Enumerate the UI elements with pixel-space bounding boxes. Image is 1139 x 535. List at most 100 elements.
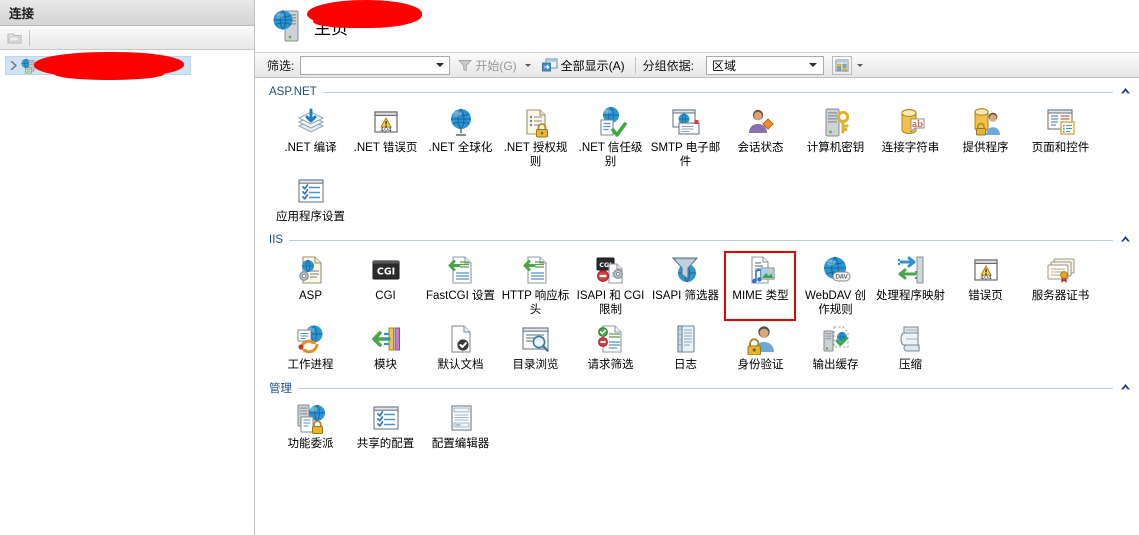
modules-icon xyxy=(370,323,402,355)
section-divider xyxy=(289,239,1113,241)
section-iis: IIS ASP CGI CGI FastCGI 设置 HTTP 响应标头 CGI… xyxy=(255,232,1139,378)
chevron-down-icon[interactable] xyxy=(809,63,818,67)
collapse-chevron-icon[interactable] xyxy=(1120,383,1131,393)
feature-net-error-pages[interactable]: 404 .NET 错误页 xyxy=(348,106,423,175)
feature-server-certificates[interactable]: 服务器证书 xyxy=(1023,254,1098,323)
feature-net-compilation[interactable]: .NET 编译 xyxy=(273,106,348,175)
shared-configuration-icon xyxy=(370,402,402,434)
feature-modules[interactable]: 模块 xyxy=(348,323,423,378)
feature-net-authorization-rules[interactable]: .NET 授权规则 xyxy=(498,106,573,175)
feature-providers[interactable]: 提供程序 xyxy=(948,106,1023,175)
feature-fastcgi-settings[interactable]: FastCGI 设置 xyxy=(423,254,498,323)
default-document-icon xyxy=(445,323,477,355)
feature-shared-configuration[interactable]: 共享的配置 xyxy=(348,402,423,457)
svg-text:404: 404 xyxy=(380,126,392,133)
svg-text:ab: ab xyxy=(911,120,922,130)
net-globalization-icon xyxy=(445,106,477,138)
feature-compression[interactable]: 压缩 xyxy=(873,323,948,378)
feature-directory-browsing[interactable]: 目录浏览 xyxy=(498,323,573,378)
feature-label: ISAPI 和 CGI 限制 xyxy=(576,290,645,316)
section-grid: ASP CGI CGI FastCGI 设置 HTTP 响应标头 CGI ISA… xyxy=(255,248,1139,378)
feature-configuration-editor[interactable]: 配置编辑器 xyxy=(423,402,498,457)
feature-label: SMTP 电子邮件 xyxy=(650,142,721,168)
filter-toolbar: 筛选: 开始(G) 全部显示(A) 分组依据: 区域 xyxy=(255,52,1139,78)
feature-machine-key[interactable]: 计算机密钥 xyxy=(798,106,873,175)
go-button[interactable]: 开始(G) xyxy=(455,55,519,75)
feature-label: 日志 xyxy=(674,359,697,371)
connect-to-server-icon[interactable] xyxy=(4,28,24,47)
tree-item-server[interactable] xyxy=(5,52,191,80)
connections-header: 连接 xyxy=(0,0,254,26)
collapse-chevron-icon[interactable] xyxy=(1120,87,1131,97)
go-label: 开始(G) xyxy=(475,58,517,73)
group-by-select[interactable]: 区域 xyxy=(706,55,825,75)
feature-worker-processes[interactable]: 工作进程 xyxy=(273,323,348,378)
net-authorization-rules-icon xyxy=(520,106,552,138)
feature-logging[interactable]: 日志 xyxy=(648,323,723,378)
feature-error-pages[interactable]: 404 错误页 xyxy=(948,254,1023,323)
section-header: ASP.NET xyxy=(255,84,1139,100)
feature-label: 配置编辑器 xyxy=(431,438,490,450)
feature-pages-and-controls[interactable]: 页面和控件 xyxy=(1023,106,1098,175)
feature-net-trust-levels[interactable]: .NET 信任级别 xyxy=(573,106,648,175)
connections-toolbar xyxy=(0,26,254,50)
feature-isapi-cgi-restrictions[interactable]: CGI ISAPI 和 CGI 限制 xyxy=(573,254,648,323)
feature-isapi-filters[interactable]: ISAPI 筛选器 xyxy=(648,254,723,323)
feature-label: 默认文档 xyxy=(437,359,484,371)
svg-text:404: 404 xyxy=(980,274,992,281)
feature-http-response-headers[interactable]: HTTP 响应标头 xyxy=(498,254,573,323)
show-all-icon xyxy=(541,58,558,72)
view-mode-icon xyxy=(835,59,849,71)
feature-label: WebDAV 创作规则 xyxy=(805,290,866,316)
authentication-icon xyxy=(745,323,777,356)
feature-request-filtering[interactable]: 请求筛选 xyxy=(573,323,648,378)
isapi-cgi-restrictions-icon: CGI xyxy=(595,254,627,286)
feature-asp[interactable]: ASP xyxy=(273,254,348,323)
feature-label: 应用程序设置 xyxy=(276,211,345,223)
chevron-down-icon[interactable] xyxy=(436,63,445,67)
group-by-label: 分组依据: xyxy=(642,58,695,73)
section-header: IIS xyxy=(255,232,1139,248)
feature-net-globalization[interactable]: .NET 全球化 xyxy=(423,106,498,175)
section-grid: 功能委派 共享的配置 配置编辑器 xyxy=(255,396,1139,457)
view-mode-button[interactable] xyxy=(832,55,853,75)
feature-session-state[interactable]: 会话状态 xyxy=(723,106,798,175)
feature-smtp-email[interactable]: SMTP 电子邮件 xyxy=(648,106,723,175)
feature-connection-strings[interactable]: ab 连接字符串 xyxy=(873,106,948,175)
handler-mappings-icon xyxy=(895,254,927,286)
filter-input[interactable] xyxy=(300,55,451,75)
feature-label: 错误页 xyxy=(968,290,1003,302)
tree-expander-icon[interactable] xyxy=(6,61,20,70)
feature-webdav-authoring-rules[interactable]: DAV WebDAV 创作规则 xyxy=(798,254,873,323)
feature-label: 功能委派 xyxy=(287,438,334,450)
go-dropdown-icon[interactable] xyxy=(524,63,531,67)
feature-mime-types[interactable]: MIME 类型 xyxy=(723,251,798,323)
feature-label: CGI xyxy=(375,290,396,302)
section-title: 管理 xyxy=(269,383,292,395)
feature-feature-delegation[interactable]: 功能委派 xyxy=(273,402,348,457)
feature-application-settings[interactable]: 应用程序设置 xyxy=(273,175,348,230)
view-mode-dropdown-icon[interactable] xyxy=(857,63,864,67)
feature-authentication[interactable]: 身份验证 xyxy=(723,323,798,378)
machine-key-icon xyxy=(820,106,852,138)
svg-text:DAV: DAV xyxy=(835,274,848,281)
compression-icon xyxy=(895,323,927,355)
configuration-editor-icon xyxy=(445,402,477,434)
page-title-bar: 主页 xyxy=(255,0,1139,52)
show-all-button[interactable]: 全部显示(A) xyxy=(539,55,628,75)
feature-label: 压缩 xyxy=(899,359,922,371)
feature-cgi[interactable]: CGI CGI xyxy=(348,254,423,323)
redaction-overlay-tree xyxy=(34,52,184,80)
feature-label: .NET 信任级别 xyxy=(578,142,643,168)
feature-label: 服务器证书 xyxy=(1031,290,1090,302)
feature-label: .NET 全球化 xyxy=(428,142,493,154)
feature-output-caching[interactable]: 输出缓存 xyxy=(798,323,873,378)
collapse-chevron-icon[interactable] xyxy=(1120,235,1131,245)
feature-handler-mappings[interactable]: 处理程序映射 xyxy=(873,254,948,323)
feature-label: 计算机密钥 xyxy=(806,142,865,154)
bottom-spacer xyxy=(255,459,1139,465)
features-view: ASP.NET .NET 编译 404 .NET 错误页 .NET 全球化 .N… xyxy=(255,78,1139,535)
feature-default-document[interactable]: 默认文档 xyxy=(423,323,498,378)
section-header: 管理 xyxy=(255,380,1139,396)
section-management: 管理 功能委派 共享的配置 配置编辑器 xyxy=(255,380,1139,457)
